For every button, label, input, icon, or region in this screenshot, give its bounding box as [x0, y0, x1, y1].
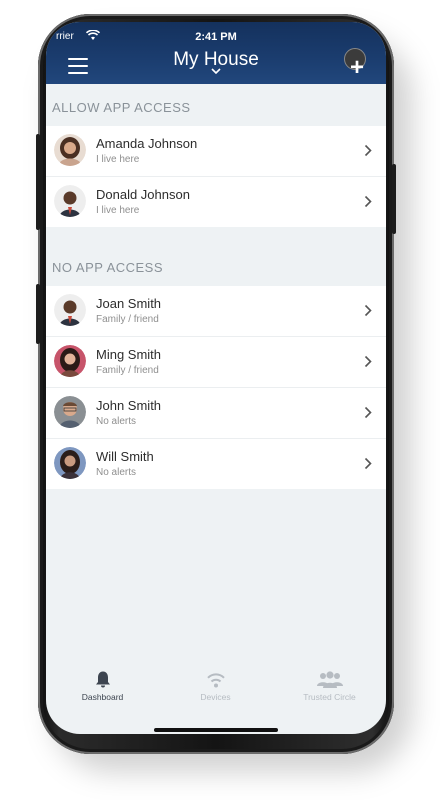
list-item-joan[interactable]: Joan Smith Family / friend — [46, 286, 386, 337]
allow-list: Amanda Johnson I live here Donald Johnso… — [46, 126, 386, 227]
person-subtitle: No alerts — [96, 467, 137, 478]
people-icon — [316, 671, 343, 688]
status-bar: rrier 2:41 PM — [46, 30, 386, 46]
home-indicator — [154, 728, 278, 732]
person-subtitle: Family / friend — [96, 365, 159, 376]
list-item-donald[interactable]: Donald Johnson I live here — [46, 177, 386, 227]
chevron-right-icon — [364, 457, 372, 470]
side-button — [36, 134, 40, 230]
bell-icon — [95, 671, 110, 688]
person-subtitle: No alerts — [96, 416, 137, 427]
list-item-amanda[interactable]: Amanda Johnson I live here — [46, 126, 386, 177]
avatar — [54, 294, 86, 326]
person-name: Amanda Johnson — [96, 136, 198, 151]
tab-label: Dashboard — [81, 692, 124, 702]
status-time: 2:41 PM — [195, 31, 237, 43]
tab-dashboard[interactable]: Dashboard — [46, 670, 159, 702]
avatar — [54, 185, 86, 217]
no-access-list: Joan Smith Family / friend Ming Smith Fa… — [46, 286, 386, 489]
tab-trusted-circle[interactable]: Trusted Circle — [273, 670, 386, 702]
app-header: rrier 2:41 PM My House + — [46, 22, 386, 84]
avatar — [54, 396, 86, 428]
side-button — [36, 284, 40, 344]
chevron-right-icon — [364, 304, 372, 317]
chevron-right-icon — [364, 406, 372, 419]
tab-label: Trusted Circle — [303, 692, 356, 702]
chevron-right-icon — [364, 144, 372, 157]
tab-devices[interactable]: Devices — [159, 670, 272, 702]
chevron-right-icon — [364, 355, 372, 368]
avatar — [54, 134, 86, 166]
avatar — [54, 447, 86, 479]
list-item-john[interactable]: John Smith No alerts — [46, 388, 386, 439]
person-subtitle: I live here — [96, 154, 140, 165]
person-name: Will Smith — [96, 449, 154, 464]
person-name: Ming Smith — [96, 347, 162, 362]
person-name: John Smith — [96, 398, 162, 413]
person-name: Donald Johnson — [96, 187, 190, 202]
list-item-ming[interactable]: Ming Smith Family / friend — [46, 337, 386, 388]
tab-label: Devices — [200, 692, 231, 702]
chevron-right-icon — [364, 195, 372, 208]
tab-bar: Dashboard Devices Trusted Circle — [46, 670, 386, 720]
person-subtitle: Family / friend — [96, 314, 159, 325]
add-person-button[interactable]: + — [350, 56, 364, 80]
avatar — [54, 345, 86, 377]
person-subtitle: I live here — [96, 205, 140, 216]
chevron-down-icon[interactable] — [211, 68, 221, 74]
person-name: Joan Smith — [96, 296, 162, 311]
section-header-allow: ALLOW APP ACCESS — [52, 100, 191, 115]
section-header-no-access: NO APP ACCESS — [52, 260, 164, 275]
side-button — [392, 164, 396, 234]
list-item-will[interactable]: Will Smith No alerts — [46, 439, 386, 489]
wifi-icon — [206, 673, 225, 688]
app-screen: rrier 2:41 PM My House + ALLOW APP ACCES… — [46, 22, 386, 734]
